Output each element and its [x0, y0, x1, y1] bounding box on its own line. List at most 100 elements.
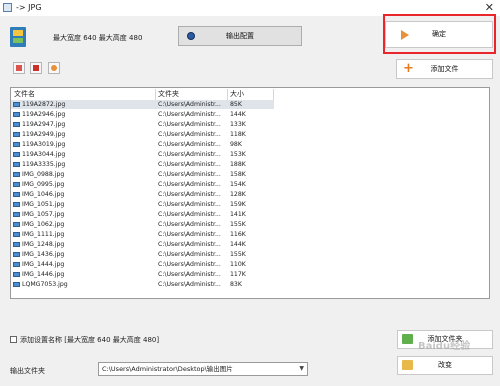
table-row[interactable]: IMG_0988.jpg C:\Users\Administr... 158K	[11, 170, 274, 179]
cell-folder: C:\Users\Administr...	[158, 161, 221, 168]
image-file-icon	[13, 152, 20, 157]
cell-folder: C:\Users\Administr...	[158, 281, 221, 288]
cell-size: 155K	[230, 251, 246, 258]
image-file-icon	[13, 242, 20, 247]
table-row[interactable]: 119A3335.jpg C:\Users\Administr... 188K	[11, 160, 274, 169]
add-file-label: 添加文件	[430, 65, 459, 73]
converter-window: -> JPG ✕ 最大宽度 640 最大高度 480 输出配置 确定 + 添加文…	[0, 0, 500, 386]
image-file-icon	[13, 162, 20, 167]
cell-name: IMG_0995.jpg	[22, 181, 65, 188]
image-file-icon	[13, 102, 20, 107]
image-file-icon	[13, 192, 20, 197]
list-header: 文件名 文件夹 大小	[11, 88, 489, 100]
cell-size: 133K	[230, 121, 246, 128]
image-file-icon	[13, 282, 20, 287]
cell-folder: C:\Users\Administr...	[158, 111, 221, 118]
cell-folder: C:\Users\Administr...	[158, 171, 221, 178]
table-row[interactable]: 119A3044.jpg C:\Users\Administr... 153K	[11, 150, 274, 159]
header-folder[interactable]: 文件夹	[158, 89, 179, 99]
table-row[interactable]: IMG_1248.jpg C:\Users\Administr... 144K	[11, 240, 274, 249]
image-file-icon	[13, 182, 20, 187]
cell-size: 116K	[230, 231, 246, 238]
table-row[interactable]: IMG_1046.jpg C:\Users\Administr... 128K	[11, 190, 274, 199]
cell-size: 159K	[230, 201, 246, 208]
table-row[interactable]: IMG_1062.jpg C:\Users\Administr... 155K	[11, 220, 274, 229]
app-icon	[3, 3, 12, 12]
cell-size: 153K	[230, 151, 246, 158]
cell-folder: C:\Users\Administr...	[158, 201, 221, 208]
cell-size: 83K	[230, 281, 242, 288]
settings-icon[interactable]	[48, 62, 60, 74]
table-row[interactable]: 119A2947.jpg C:\Users\Administr... 133K	[11, 120, 274, 129]
cell-folder: C:\Users\Administr...	[158, 181, 221, 188]
table-row[interactable]: IMG_1057.jpg C:\Users\Administr... 141K	[11, 210, 274, 219]
cell-size: 154K	[230, 181, 246, 188]
add-setting-name-label: 添加设置名称 [最大宽度 640 最大高度 480]	[20, 336, 160, 344]
table-row[interactable]: IMG_1051.jpg C:\Users\Administr... 159K	[11, 200, 274, 209]
cell-name: IMG_1057.jpg	[22, 211, 65, 218]
header-name[interactable]: 文件名	[14, 89, 35, 99]
output-config-button[interactable]: 输出配置	[178, 26, 302, 46]
image-file-icon	[13, 272, 20, 277]
table-row[interactable]: 119A2946.jpg C:\Users\Administr... 144K	[11, 110, 274, 119]
header-size[interactable]: 大小	[230, 89, 244, 99]
output-config-label: 输出配置	[226, 32, 254, 40]
folder-icon	[402, 360, 413, 370]
cell-size: 144K	[230, 111, 246, 118]
file-list[interactable]: 文件名 文件夹 大小 119A2872.jpg C:\Users\Administ…	[10, 87, 490, 299]
image-file-icon	[13, 172, 20, 177]
table-row[interactable]: IMG_1436.jpg C:\Users\Administr... 155K	[11, 250, 274, 259]
plus-icon: +	[403, 61, 414, 76]
table-row[interactable]: LQMG7053.jpg C:\Users\Administr... 83K	[11, 280, 274, 289]
image-file-icon	[13, 202, 20, 207]
remove-file-icon[interactable]	[13, 62, 25, 74]
table-row[interactable]: IMG_0995.jpg C:\Users\Administr... 154K	[11, 180, 274, 189]
image-file-icon	[13, 222, 20, 227]
add-file-button[interactable]: + 添加文件	[396, 59, 493, 79]
image-file-icon	[13, 112, 20, 117]
image-doc-icon	[10, 27, 26, 47]
cell-name: 119A2946.jpg	[22, 111, 66, 118]
clear-list-icon[interactable]	[30, 62, 42, 74]
highlight-box	[383, 14, 496, 54]
table-row[interactable]: IMG_1446.jpg C:\Users\Administr... 117K	[11, 270, 274, 279]
cell-size: 117K	[230, 271, 246, 278]
output-folder-path: C:\Users\Administrator\Desktop\输出图片	[102, 365, 233, 373]
table-row[interactable]: 119A2949.jpg C:\Users\Administr... 118K	[11, 130, 274, 139]
cell-name: IMG_1051.jpg	[22, 201, 65, 208]
config-icon	[187, 32, 195, 40]
output-folder-label: 输出文件夹	[10, 367, 45, 375]
cell-name: IMG_1436.jpg	[22, 251, 65, 258]
add-setting-name-checkbox[interactable]	[10, 336, 17, 343]
cell-name: IMG_1046.jpg	[22, 191, 65, 198]
cell-name: IMG_1248.jpg	[22, 241, 65, 248]
image-file-icon	[13, 262, 20, 267]
image-file-icon	[13, 252, 20, 257]
cell-name: IMG_1062.jpg	[22, 221, 65, 228]
output-folder-select[interactable]: C:\Users\Administrator\Desktop\输出图片 ▼	[98, 362, 308, 376]
image-file-icon	[13, 212, 20, 217]
cell-name: 119A3044.jpg	[22, 151, 66, 158]
cell-size: 155K	[230, 221, 246, 228]
watermark: Baidu经验	[418, 341, 471, 352]
cell-name: 119A3335.jpg	[22, 161, 66, 168]
close-icon[interactable]: ✕	[485, 1, 494, 14]
cell-name: IMG_1111.jpg	[22, 231, 65, 238]
change-folder-button[interactable]: 改变	[397, 356, 493, 375]
cell-size: 158K	[230, 171, 246, 178]
cell-folder: C:\Users\Administr...	[158, 191, 221, 198]
cell-folder: C:\Users\Administr...	[158, 131, 221, 138]
table-row[interactable]: 119A2872.jpg C:\Users\Administr... 85K	[11, 100, 274, 109]
cell-folder: C:\Users\Administr...	[158, 151, 221, 158]
cell-folder: C:\Users\Administr...	[158, 261, 221, 268]
table-row[interactable]: 119A3019.jpg C:\Users\Administr... 98K	[11, 140, 274, 149]
image-file-icon	[13, 132, 20, 137]
change-label: 改变	[438, 361, 452, 369]
cell-folder: C:\Users\Administr...	[158, 231, 221, 238]
table-row[interactable]: IMG_1111.jpg C:\Users\Administr... 116K	[11, 230, 274, 239]
table-row[interactable]: IMG_1444.jpg C:\Users\Administr... 110K	[11, 260, 274, 269]
cell-size: 128K	[230, 191, 246, 198]
cell-folder: C:\Users\Administr...	[158, 141, 221, 148]
image-file-icon	[13, 122, 20, 127]
cell-folder: C:\Users\Administr...	[158, 221, 221, 228]
